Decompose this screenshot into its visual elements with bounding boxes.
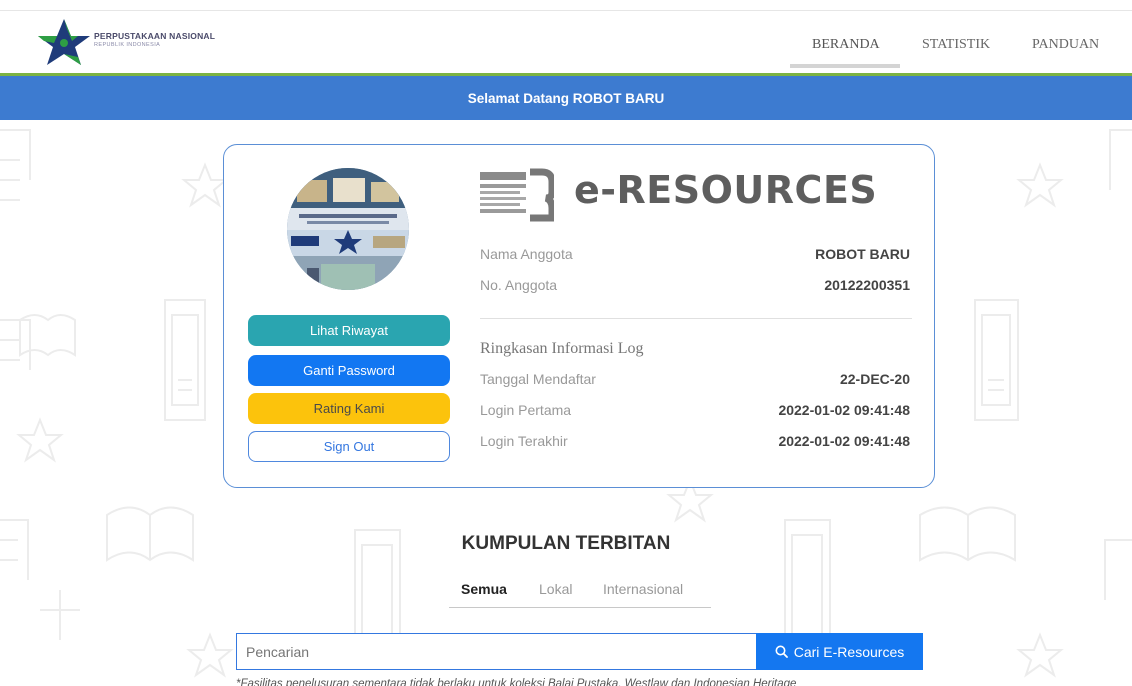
sign-out-button[interactable]: Sign Out [248,431,450,462]
member-number-label: No. Anggota [480,277,558,293]
search-button[interactable]: Cari E-Resources [756,633,923,670]
nav-panduan[interactable]: PANDUAN [1032,37,1099,53]
tab-internasional[interactable]: Internasional [603,581,683,597]
nav-active-indicator [790,64,900,68]
welcome-banner: Selamat Datang ROBOT BARU [0,76,1132,120]
change-password-button[interactable]: Ganti Password [248,355,450,386]
e-resources-title: e-RESOURCES [574,168,878,212]
collections-title: KUMPULAN TERBITAN [461,533,671,554]
tab-lokal[interactable]: Lokal [539,581,572,597]
brand-subtitle: REPUBLIK INDONESIA [94,42,161,48]
member-name-label: Nama Anggota [480,246,573,262]
register-date-label: Tanggal Mendaftar [480,371,596,387]
site-header: PERPUSTAKAAN NASIONAL REPUBLIK INDONESIA… [0,11,1132,73]
register-date-value: 22-DEC-20 [839,371,910,387]
avatar [287,168,409,290]
brand-name: PERPUSTAKAAN NASIONAL [94,31,216,41]
member-name-value: ROBOT BARU [815,246,910,262]
first-login-label: Login Pertama [480,402,572,418]
log-summary-title: Ringkasan Informasi Log [480,340,644,357]
nav-statistik[interactable]: STATISTIK [922,37,990,53]
first-login-value: 2022-01-02 09:41:48 [778,402,910,418]
search-footnote: *Fasilitas penelusuran sementara tidak b… [236,678,797,686]
tab-semua[interactable]: Semua [461,581,507,597]
rate-us-button[interactable]: Rating Kami [248,393,450,424]
collection-tabs: Semua Lokal Internasional [449,578,711,608]
brand: PERPUSTAKAAN NASIONAL REPUBLIK INDONESIA [94,31,215,48]
last-login-value: 2022-01-02 09:41:48 [778,433,910,449]
search-icon [775,645,788,658]
view-history-button[interactable]: Lihat Riwayat [248,315,450,346]
search-button-label: Cari E-Resources [793,643,905,660]
search-input[interactable] [236,633,756,670]
card-divider [480,318,912,319]
member-number-value: 20122200351 [824,277,910,293]
perpusnas-logo-icon[interactable] [34,17,94,69]
e-resources-logo-icon [480,168,554,222]
avatar-photo-icon [287,168,409,290]
last-login-label: Login Terakhir [480,433,568,449]
nav-beranda[interactable]: BERANDA [812,37,880,53]
